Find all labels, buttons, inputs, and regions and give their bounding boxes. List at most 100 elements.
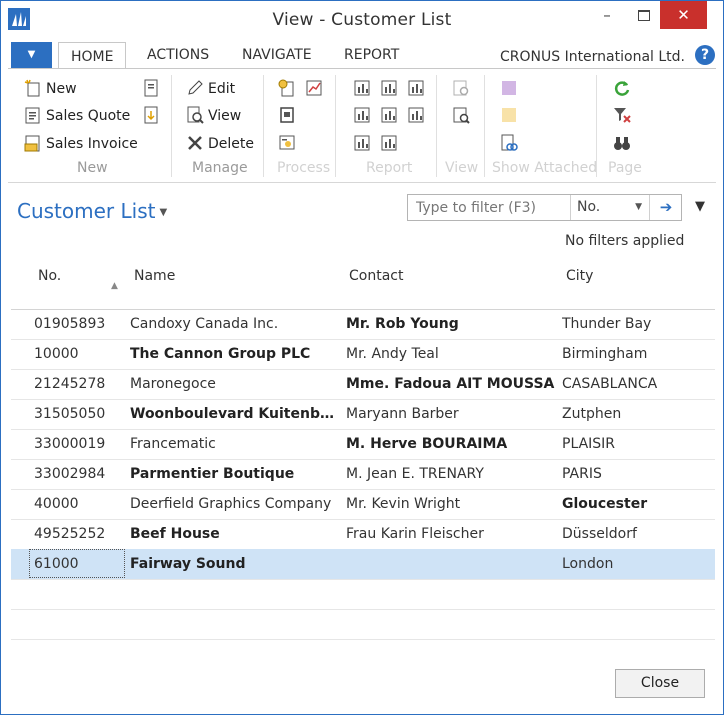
onenote-icon [500,79,518,97]
cell-city: Thunder Bay [562,316,652,332]
sales-invoice-button[interactable]: Sales Invoice [24,134,138,152]
column-header-contact[interactable]: Contact [349,268,403,284]
cell-contact: Maryann Barber [346,406,459,422]
filter-field-value: No. [577,199,601,215]
report-icon[interactable] [407,79,425,97]
report-icon[interactable] [380,106,398,124]
post-icon[interactable] [278,79,296,97]
separator [263,75,264,177]
delete-button[interactable]: Delete [186,134,254,152]
table-row-selected[interactable]: 61000 Fairway Sound London [11,549,715,580]
tab-report[interactable]: REPORT [344,47,399,63]
help-button[interactable]: ? [695,45,715,65]
apply-filter-button[interactable]: ➔ [649,195,682,220]
table-row[interactable]: 33000019 Francematic M. Herve BOURAIMA P… [11,429,715,460]
customer-grid: No. ▲ Name Contact City 01905893 Candoxy… [11,257,715,657]
document-arrow-icon[interactable] [142,106,160,124]
tab-navigate[interactable]: NAVIGATE [242,47,312,63]
column-header-no[interactable]: No. [38,268,61,284]
sales-invoice-label: Sales Invoice [46,136,138,152]
empty-row [11,609,715,640]
cell-no: 33000019 [34,436,106,452]
sales-quote-button[interactable]: Sales Quote [24,106,130,124]
cell-no: 40000 [34,496,79,512]
column-header-name[interactable]: Name [134,268,175,284]
app-menu-button[interactable]: ▼ [11,42,52,68]
clear-filter-icon[interactable] [613,106,631,124]
cell-city: Düsseldorf [562,526,637,542]
cell-no: 21245278 [34,376,106,392]
ribbon: New Sales Quote Sales Invoice New Edit V… [8,68,716,183]
cell-contact: Mr. Andy Teal [346,346,439,362]
collapse-icon[interactable]: ▼ [695,199,705,214]
contact-card-icon[interactable] [278,134,296,152]
cell-name: Beef House [130,526,220,542]
report-icon[interactable] [353,79,371,97]
group-label-report: Report [366,160,413,176]
table-row[interactable]: 31505050 Woonboulevard Kuitenbrou... Mar… [11,399,715,430]
cell-no: 10000 [34,346,79,362]
filter-field-select[interactable]: No. ▼ [570,195,648,220]
close-window-button[interactable]: ✕ [660,1,707,29]
table-row[interactable]: 10000 The Cannon Group PLC Mr. Andy Teal… [11,339,715,370]
cell-name: Maronegoce [130,376,216,392]
group-label-new: New [77,160,108,176]
report-icon[interactable] [380,134,398,152]
cell-no: 61000 [34,556,79,572]
table-row[interactable]: 21245278 Maronegoce Mme. Fadoua AIT MOUS… [11,369,715,400]
view-details-icon[interactable] [452,106,470,124]
report-icon[interactable] [353,134,371,152]
group-label-show-attached: Show Attached [492,160,598,176]
ledger-icon[interactable] [278,106,296,124]
column-header-city[interactable]: City [566,268,593,284]
refresh-icon[interactable] [613,79,631,97]
report-icon[interactable] [407,106,425,124]
document-icon[interactable] [142,79,160,97]
view-list-icon [452,79,470,97]
minimize-button[interactable]: – [586,1,628,29]
view-button[interactable]: View [186,106,241,124]
page-title[interactable]: Customer List ▼ [17,199,167,223]
sales-quote-label: Sales Quote [46,108,131,124]
cell-contact: M. Jean E. TRENARY [346,466,484,482]
table-row[interactable]: 40000 Deerfield Graphics Company Mr. Kev… [11,489,715,520]
new-button[interactable]: New [24,79,77,97]
report-icon[interactable] [380,79,398,97]
cell-contact: Frau Karin Fleischer [346,526,484,542]
filter-input[interactable] [408,195,576,220]
group-label-view: View [445,160,479,176]
filter-box: No. ▼ ➔ [407,194,682,221]
chevron-down-icon: ▼ [635,202,642,212]
view-label: View [208,108,242,124]
edit-button[interactable]: Edit [186,79,235,97]
cell-city: Birmingham [562,346,648,362]
group-label-process: Process [277,160,331,176]
separator [171,75,172,177]
group-label-manage: Manage [192,160,248,176]
cell-name: Francematic [130,436,216,452]
table-row[interactable]: 01905893 Candoxy Canada Inc. Mr. Rob You… [11,309,715,340]
find-icon[interactable] [613,134,631,152]
cell-contact: Mr. Kevin Wright [346,496,461,512]
cell-city: PLAISIR [562,436,616,452]
links-icon[interactable] [500,134,518,152]
sort-ascending-icon: ▲ [111,281,118,291]
title-bar: View - Customer List – ✕ [1,1,723,39]
company-name: CRONUS International Ltd. [499,49,685,65]
tab-home[interactable]: HOME [58,42,127,70]
chart-line-icon[interactable] [305,79,323,97]
cell-contact: Mme. Fadoua AIT MOUSSA [346,376,555,392]
delete-icon [186,134,204,152]
table-row[interactable]: 33002984 Parmentier Boutique M. Jean E. … [11,459,715,490]
close-button[interactable]: Close [615,669,705,698]
sales-quote-icon [24,106,42,124]
notes-icon [500,106,518,124]
new-label: New [46,81,77,97]
cell-name: Fairway Sound [130,556,246,572]
tab-actions[interactable]: ACTIONS [147,47,209,63]
cell-no: 01905893 [34,316,106,332]
report-icon[interactable] [353,106,371,124]
maximize-button[interactable] [623,1,665,29]
cell-contact: Mr. Rob Young [346,316,459,332]
table-row[interactable]: 49525252 Beef House Frau Karin Fleischer… [11,519,715,550]
